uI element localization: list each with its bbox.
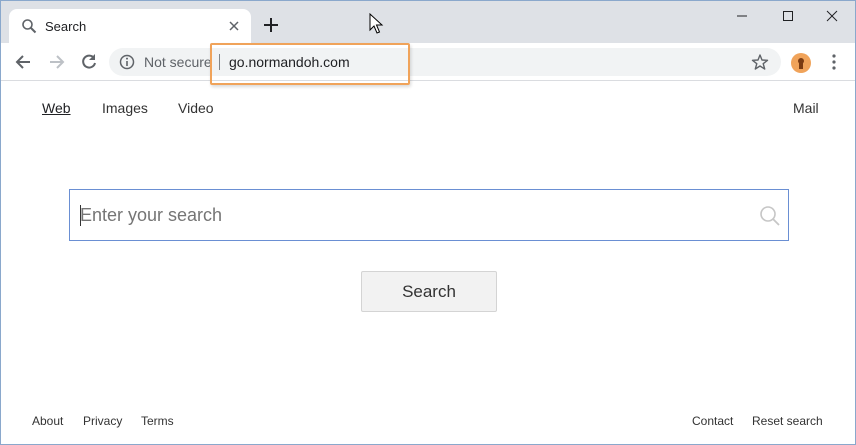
- search-button[interactable]: Search: [361, 271, 497, 312]
- search-icon: [22, 19, 37, 34]
- text-caret: [80, 205, 81, 226]
- search-icon[interactable]: [759, 205, 781, 227]
- reload-button[interactable]: [77, 50, 101, 74]
- search-input[interactable]: [80, 190, 740, 240]
- close-icon[interactable]: [227, 19, 241, 33]
- footer-contact-link[interactable]: Contact: [692, 414, 733, 428]
- profile-avatar[interactable]: [791, 53, 811, 73]
- browser-window: Search Not secure go.normandoh.com Web I…: [0, 0, 856, 445]
- nav-video-link[interactable]: Video: [178, 100, 214, 116]
- window-close-button[interactable]: [809, 1, 855, 31]
- divider: [219, 54, 220, 70]
- arrow-left-icon: [15, 55, 30, 69]
- address-bar[interactable]: Not secure go.normandoh.com: [109, 48, 781, 76]
- close-icon: [826, 10, 838, 22]
- tab-title: Search: [45, 19, 87, 34]
- minimize-icon: [737, 15, 747, 17]
- nav-web-link[interactable]: Web: [42, 100, 71, 116]
- tab-strip: Search: [1, 1, 855, 43]
- footer-privacy-link[interactable]: Privacy: [83, 414, 122, 428]
- reload-icon: [82, 54, 96, 69]
- footer-about-link[interactable]: About: [32, 414, 63, 428]
- url-text[interactable]: go.normandoh.com: [229, 54, 350, 70]
- mouse-cursor-icon: [369, 13, 384, 34]
- new-tab-button[interactable]: [261, 15, 281, 35]
- security-label[interactable]: Not secure: [144, 54, 212, 70]
- forward-button[interactable]: [45, 50, 69, 74]
- search-box: [69, 189, 789, 241]
- minimize-button[interactable]: [719, 1, 765, 31]
- maximize-icon: [783, 11, 793, 21]
- browser-toolbar: Not secure go.normandoh.com: [1, 43, 855, 81]
- footer-terms-link[interactable]: Terms: [141, 414, 174, 428]
- profile-icon: [798, 58, 804, 69]
- nav-images-link[interactable]: Images: [102, 100, 148, 116]
- footer-reset-search-link[interactable]: Reset search: [752, 414, 823, 428]
- arrow-right-icon: [50, 55, 65, 69]
- kebab-menu-icon[interactable]: [827, 52, 841, 72]
- info-icon[interactable]: [119, 54, 135, 70]
- tab-search[interactable]: Search: [9, 9, 251, 43]
- maximize-button[interactable]: [765, 1, 811, 31]
- star-icon[interactable]: [751, 53, 769, 71]
- back-button[interactable]: [11, 50, 35, 74]
- nav-mail-link[interactable]: Mail: [793, 100, 819, 116]
